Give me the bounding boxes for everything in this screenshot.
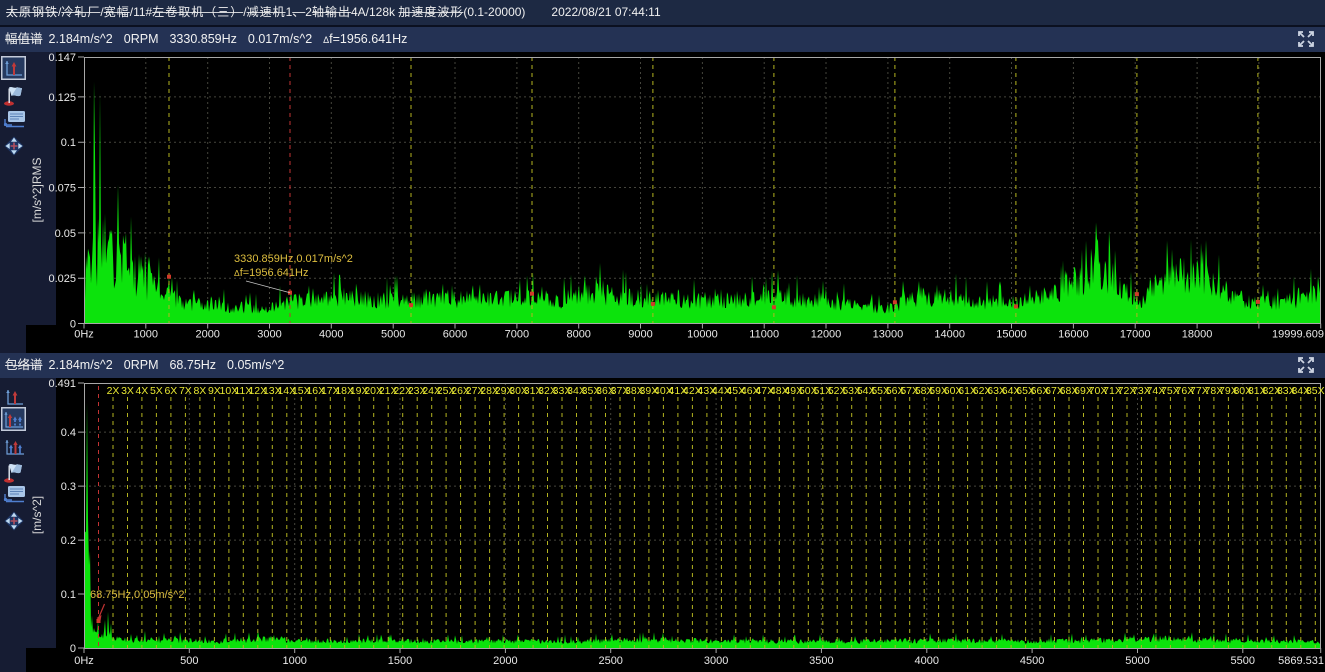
svg-text:0.2: 0.2 [61, 535, 76, 547]
svg-text:4000: 4000 [319, 329, 343, 341]
svg-text:2500: 2500 [598, 655, 622, 667]
svg-text:0.05: 0.05 [55, 228, 76, 240]
svg-text:7X: 7X [179, 385, 192, 397]
svg-text:0.4: 0.4 [61, 427, 76, 439]
svg-text:6000: 6000 [443, 329, 467, 341]
svg-text:2X: 2X [107, 385, 120, 397]
svg-text:17000: 17000 [1120, 329, 1151, 341]
svg-text:500: 500 [180, 655, 198, 667]
svg-text:0.491: 0.491 [48, 378, 76, 390]
svg-text:0.3: 0.3 [61, 481, 76, 493]
svg-text:[m/s^2]RMS: [m/s^2]RMS [30, 158, 44, 223]
svg-text:12000: 12000 [811, 329, 842, 341]
svg-text:85X: 85X [1306, 385, 1325, 397]
svg-text:5000: 5000 [381, 329, 405, 341]
svg-text:0.025: 0.025 [48, 273, 76, 285]
svg-text:11000: 11000 [749, 329, 779, 341]
svg-text:[m/s^2]: [m/s^2] [30, 496, 44, 534]
svg-text:2000: 2000 [195, 329, 219, 341]
svg-text:7000: 7000 [505, 329, 529, 341]
svg-text:5869.531: 5869.531 [1278, 655, 1324, 667]
svg-text:0.125: 0.125 [48, 92, 76, 104]
svg-text:1000: 1000 [134, 329, 158, 341]
svg-text:8X: 8X [193, 385, 206, 397]
svg-text:1000: 1000 [282, 655, 306, 667]
svg-text:0.1: 0.1 [61, 589, 76, 601]
svg-text:3500: 3500 [809, 655, 833, 667]
svg-text:5000: 5000 [1125, 655, 1149, 667]
svg-text:4500: 4500 [1020, 655, 1044, 667]
svg-text:8000: 8000 [566, 329, 590, 341]
svg-text:0: 0 [70, 643, 76, 655]
svg-text:3000: 3000 [257, 329, 281, 341]
svg-text:15000: 15000 [996, 329, 1027, 341]
svg-text:19999.609: 19999.609 [1272, 329, 1324, 341]
svg-text:4X: 4X [135, 385, 148, 397]
svg-text:0.147: 0.147 [48, 52, 76, 64]
svg-text:0Hz: 0Hz [74, 655, 94, 667]
svg-text:0Hz: 0Hz [74, 329, 94, 341]
svg-text:3X: 3X [121, 385, 134, 397]
svg-text:68.75Hz,0.05m/s^2: 68.75Hz,0.05m/s^2 [90, 589, 184, 601]
svg-text:5500: 5500 [1231, 655, 1255, 667]
svg-text:18000: 18000 [1182, 329, 1213, 341]
svg-text:3330.859Hz,0.017m/s^2: 3330.859Hz,0.017m/s^2 [234, 253, 353, 265]
svg-text:6X: 6X [164, 385, 177, 397]
svg-text:5X: 5X [150, 385, 163, 397]
svg-text:3000: 3000 [704, 655, 728, 667]
svg-text:13000: 13000 [873, 329, 904, 341]
svg-text:4000: 4000 [915, 655, 939, 667]
svg-text:9000: 9000 [628, 329, 652, 341]
svg-text:2000: 2000 [493, 655, 517, 667]
svg-text:16000: 16000 [1058, 329, 1089, 341]
svg-text:1500: 1500 [388, 655, 412, 667]
svg-text:10000: 10000 [687, 329, 718, 341]
svg-text:Δf=1956.641Hz: Δf=1956.641Hz [234, 267, 309, 279]
svg-text:14000: 14000 [934, 329, 965, 341]
svg-text:0.075: 0.075 [48, 183, 76, 195]
svg-text:0.1: 0.1 [61, 137, 76, 149]
